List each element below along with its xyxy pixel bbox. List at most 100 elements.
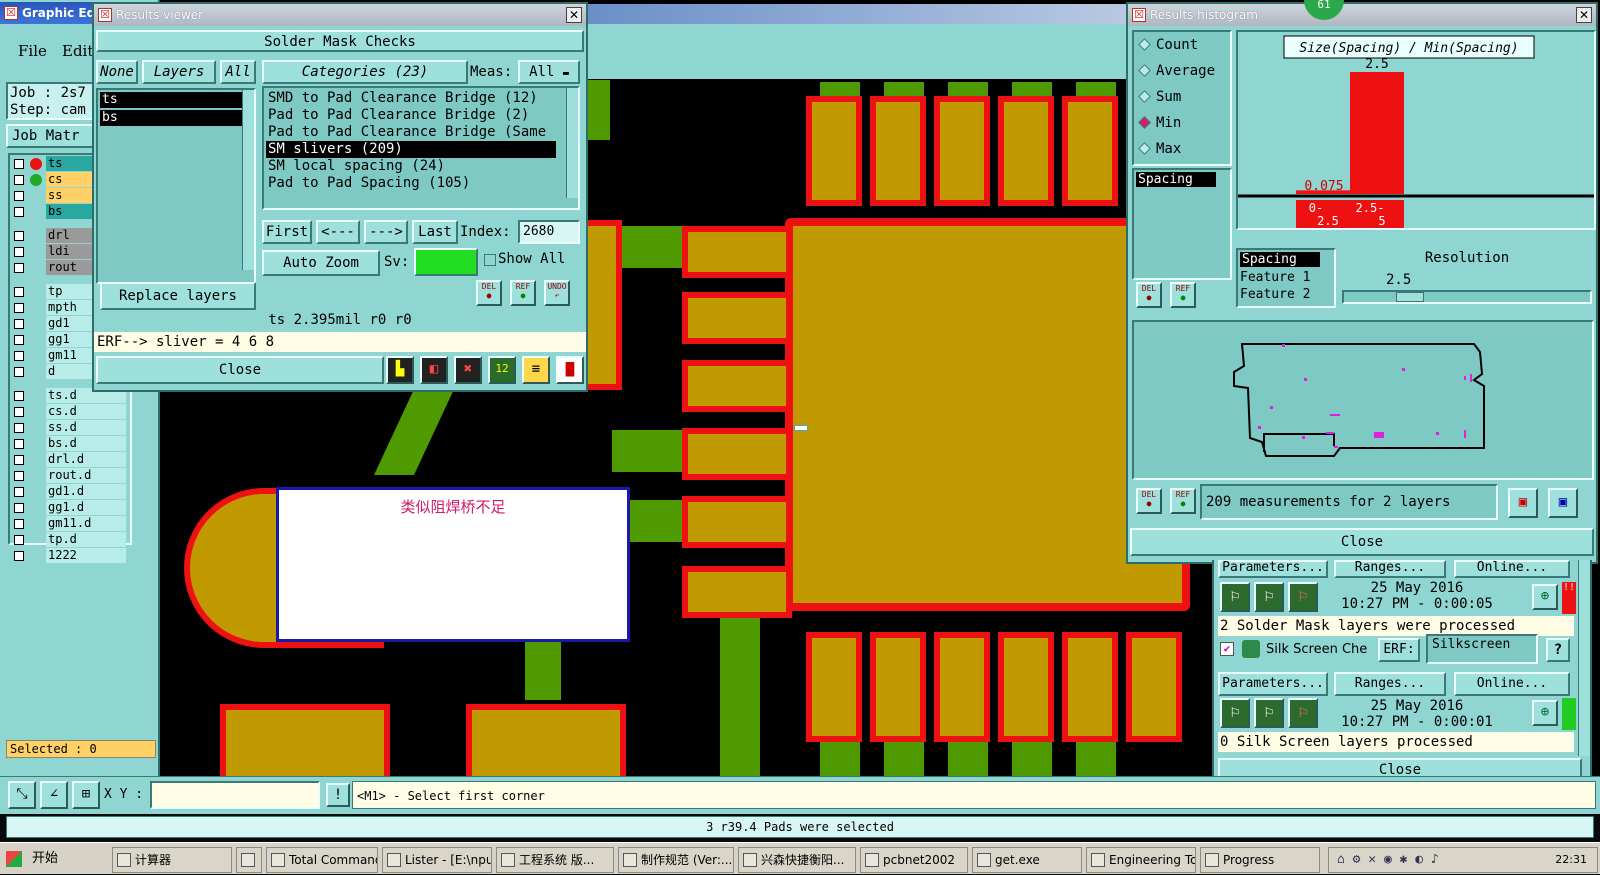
layer-checkbox[interactable] [14, 191, 24, 201]
grid-icon[interactable]: ⊞ [72, 781, 100, 809]
taskbar-item[interactable]: 兴森快捷衡阳... [738, 847, 856, 873]
histogram-icon[interactable]: ▇ [556, 356, 584, 384]
layer-row[interactable]: cs.d [10, 404, 128, 420]
auto-zoom-select[interactable]: Auto Zoom [262, 250, 380, 276]
layer-checkbox[interactable] [14, 263, 24, 273]
layer-row[interactable]: ss.d [10, 420, 128, 436]
counter-icon[interactable]: 12 [488, 356, 516, 384]
layer-checkbox[interactable] [14, 159, 24, 169]
report-icon[interactable]: ≡ [522, 356, 550, 384]
aggregate-option[interactable]: Max [1134, 136, 1230, 162]
show-all-checkbox[interactable] [484, 254, 496, 266]
taskbar-item[interactable]: 制作规范 (Ver:... [618, 847, 734, 873]
aggregate-option[interactable]: Average [1134, 58, 1230, 84]
ranges-button[interactable]: Ranges... [1334, 672, 1446, 696]
none-button[interactable]: None [96, 60, 138, 84]
layer-item[interactable]: bs [100, 110, 242, 126]
layer-checkbox[interactable] [14, 551, 24, 561]
erf-value[interactable]: Silkscreen [1426, 634, 1538, 664]
taskbar-item[interactable] [236, 847, 262, 873]
taskbar-item[interactable]: pcbnet2002 [860, 847, 968, 873]
slider-handle[interactable] [1396, 292, 1424, 302]
first-button[interactable]: First [262, 220, 312, 244]
last-button[interactable]: Last [412, 220, 458, 244]
layer-checkbox[interactable] [14, 455, 24, 465]
layer-checkbox[interactable] [14, 503, 24, 513]
run-icon[interactable]: ⚐ [1254, 698, 1284, 728]
category-item[interactable]: SM local spacing (24) [266, 158, 556, 175]
del-button[interactable]: DEL ● [1136, 488, 1162, 514]
meas-select[interactable]: All ▬ [518, 60, 580, 84]
layer-checkbox[interactable] [14, 367, 24, 377]
layer-checkbox[interactable] [14, 335, 24, 345]
layer-checkbox[interactable] [14, 391, 24, 401]
resolution-item[interactable]: Feature 2 [1240, 287, 1310, 302]
taskbar-item[interactable]: Lister - [E:\npu... [382, 847, 492, 873]
taskbar-item[interactable]: Engineering To... [1086, 847, 1196, 873]
layer-row[interactable]: bs.d [10, 436, 128, 452]
resolution-field-list[interactable]: Spacing Feature 1 Feature 2 [1236, 248, 1336, 308]
taskbar-item[interactable]: get.exe [972, 847, 1082, 873]
category-item[interactable]: SMD to Pad Clearance Bridge (12) [266, 90, 556, 107]
layer-checkbox[interactable] [14, 287, 24, 297]
layer-checkbox[interactable] [14, 207, 24, 217]
close-icon[interactable]: ✕ [1576, 7, 1592, 23]
online-button[interactable]: Online... [1454, 672, 1570, 696]
layer-checkbox[interactable] [14, 423, 24, 433]
export-icon[interactable]: ▣ [1508, 488, 1538, 518]
layer-row[interactable]: 1222 [10, 548, 128, 564]
layer-checkbox[interactable] [14, 303, 24, 313]
ref-button[interactable]: REF ● [1170, 488, 1196, 514]
index-input[interactable]: 2680 [518, 220, 580, 244]
parameters-button[interactable]: Parameters... [1218, 672, 1328, 696]
menu-edit[interactable]: Edit [62, 42, 93, 60]
next-button[interactable]: ---> [364, 220, 408, 244]
ref-button[interactable]: REF ● [510, 280, 536, 306]
category-item[interactable]: Pad to Pad Clearance Bridge (Same [266, 124, 556, 141]
layer-item[interactable]: ts [100, 92, 242, 108]
import-icon[interactable]: ▣ [1548, 488, 1578, 518]
aggregate-option[interactable]: Count [1134, 32, 1230, 58]
category-item[interactable]: Pad to Pad Spacing (105) [266, 175, 556, 192]
layer-checkbox[interactable] [14, 439, 24, 449]
measure-list[interactable]: Spacing [1132, 168, 1232, 280]
scrollbar[interactable] [566, 88, 578, 198]
run-icon[interactable]: ⚐ [1288, 582, 1318, 612]
run-icon[interactable]: ⚐ [1254, 582, 1284, 612]
sv-select[interactable] [414, 248, 478, 276]
resolution-slider[interactable] [1342, 290, 1592, 304]
layer-row[interactable]: gd1.d [10, 484, 128, 500]
resolution-item[interactable]: Spacing [1240, 252, 1320, 267]
taskbar-item[interactable]: Total Command... [266, 847, 378, 873]
close-button[interactable]: Close [96, 356, 384, 384]
scrollbar[interactable] [1578, 560, 1590, 756]
layers-listbox[interactable]: ts bs [96, 88, 256, 284]
aggregate-option[interactable]: Sum [1134, 84, 1230, 110]
layer-checkbox[interactable] [14, 319, 24, 329]
layer-checkbox[interactable] [14, 351, 24, 361]
close-button[interactable]: Close [1130, 528, 1594, 556]
layer-row[interactable]: drl.d [10, 452, 128, 468]
run-icon[interactable]: ⚐ [1220, 582, 1250, 612]
delete-marker-icon[interactable]: ✖ [454, 356, 482, 384]
xy-input[interactable] [150, 781, 320, 809]
parameters-button[interactable]: Parameters... [1218, 560, 1328, 578]
resolution-item[interactable]: Feature 1 [1240, 270, 1310, 285]
category-item[interactable]: SM slivers (209) [266, 141, 556, 158]
ref-button[interactable]: REF ● [1170, 282, 1196, 308]
layer-checkbox[interactable] [14, 535, 24, 545]
snap-icon[interactable]: ⤡ [8, 781, 36, 809]
measure-list-item[interactable]: Spacing [1136, 172, 1216, 187]
erf-button[interactable]: ERF: [1378, 638, 1420, 662]
results-viewer-titlebar[interactable]: ☒ Results viewer ✕ [94, 4, 586, 26]
angle-icon[interactable]: ∠ [40, 781, 68, 809]
board-preview[interactable] [1132, 320, 1594, 480]
online-button[interactable]: Online... [1454, 560, 1570, 578]
zoom-icon[interactable]: ⊕ [1532, 584, 1558, 610]
ranges-button[interactable]: Ranges... [1334, 560, 1446, 578]
alert-icon[interactable]: ! [326, 783, 350, 807]
taskbar-item[interactable]: 工程系统 版... [496, 847, 614, 873]
layer-checkbox[interactable] [14, 471, 24, 481]
categories-button[interactable]: Categories (23) [262, 60, 468, 84]
pan-icon[interactable]: ◧ [420, 356, 448, 384]
